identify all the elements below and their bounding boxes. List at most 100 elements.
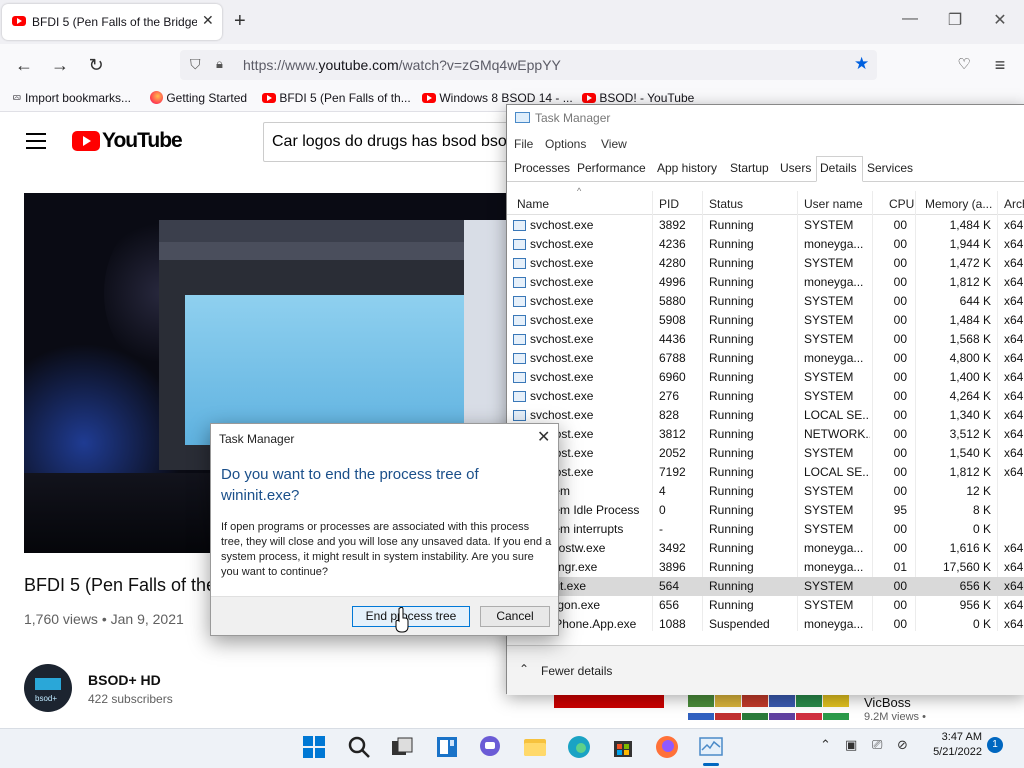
youtube-search-input[interactable]: Car logos do drugs has bsod bso bbox=[263, 122, 543, 162]
tray-app-icon[interactable]: ▣ bbox=[845, 737, 857, 753]
bookmark-import[interactable]: ⮹ Import bookmarks... bbox=[12, 91, 131, 106]
new-tab-button[interactable]: + bbox=[234, 10, 246, 33]
dialog-close-icon[interactable]: ✕ bbox=[537, 427, 550, 447]
hamburger-menu-icon[interactable] bbox=[26, 133, 46, 149]
tab-services[interactable]: Services bbox=[867, 161, 913, 175]
column-pid[interactable]: PID bbox=[659, 197, 679, 211]
maximize-icon[interactable]: ❐ bbox=[945, 10, 965, 30]
youtube-logo-icon[interactable] bbox=[72, 131, 100, 151]
notification-badge[interactable]: 1 bbox=[987, 737, 1003, 753]
tab-startup[interactable]: Startup bbox=[730, 161, 769, 175]
forward-icon[interactable]: → bbox=[50, 55, 70, 76]
table-row[interactable]: svchost.exe 5908 Running SYSTEM 00 1,484 K x64 bbox=[507, 311, 1024, 330]
channel-name[interactable]: BSOD+ HD bbox=[88, 672, 161, 688]
dialog-title: Task Manager bbox=[219, 432, 295, 446]
table-row[interactable]: Taskmgr.exe 3896 Running moneyga... 01 17,560… bbox=[507, 558, 1024, 577]
tab-performance[interactable]: Performance bbox=[577, 161, 646, 175]
clock-time[interactable]: 3:47 AM bbox=[926, 731, 982, 743]
table-row[interactable]: svchost.exe 6788 Running moneyga... 00 4,800 … bbox=[507, 349, 1024, 368]
channel-avatar[interactable]: bsod+ bbox=[24, 664, 72, 712]
table-row[interactable]: taskhostw.exe 3492 Running moneyga... 00 1,61… bbox=[507, 539, 1024, 558]
table-row[interactable]: svchost.exe 4236 Running moneyga... 00 1,944 … bbox=[507, 235, 1024, 254]
start-icon[interactable] bbox=[300, 733, 328, 761]
table-row[interactable]: System interrupts - Running SYSTEM 00 0 K bbox=[507, 520, 1024, 539]
table-row[interactable]: winlogon.exe 656 Running SYSTEM 00 956 Kx64 bbox=[507, 596, 1024, 615]
recommended-channel-name[interactable]: VicBoss bbox=[864, 695, 911, 710]
reload-icon[interactable]: ↻ bbox=[86, 55, 106, 76]
table-row[interactable]: svchost.exe 7192 Running LOCAL SE... 00 1,812… bbox=[507, 463, 1024, 482]
show-hidden-icons-chevron-icon[interactable]: ⌃ bbox=[820, 737, 831, 753]
pocket-icon[interactable]: ♡ bbox=[954, 55, 974, 73]
menu-view[interactable]: View bbox=[601, 137, 627, 151]
volume-muted-icon[interactable]: ⊘ bbox=[897, 737, 908, 753]
youtube-logo-text[interactable]: YouTube bbox=[102, 129, 183, 153]
table-row[interactable]: svchost.exe 3812 Running NETWORK... 00 3,512 … bbox=[507, 425, 1024, 444]
back-icon[interactable]: ← bbox=[14, 55, 34, 76]
firefox-icon[interactable] bbox=[653, 733, 681, 761]
column-user-name[interactable]: User name bbox=[804, 197, 863, 211]
fewer-details-link[interactable]: Fewer details bbox=[541, 664, 612, 678]
process-pid: - bbox=[659, 522, 663, 536]
process-arch: x64 bbox=[1004, 465, 1024, 479]
search-icon[interactable] bbox=[345, 733, 373, 761]
table-row[interactable]: svchost.exe 4280 Running SYSTEM 00 1,472 K x64 bbox=[507, 254, 1024, 273]
tab-processes[interactable]: Processes bbox=[514, 161, 570, 175]
table-row[interactable]: System4RunningSYSTEM0012 K bbox=[507, 482, 1024, 501]
network-icon[interactable]: ⎚ bbox=[872, 737, 882, 753]
column-cpu[interactable]: CPU bbox=[889, 197, 914, 211]
column-arch[interactable]: Arch bbox=[1004, 197, 1024, 211]
store-icon[interactable] bbox=[609, 733, 637, 761]
process-memory: 1,484 K bbox=[949, 313, 991, 327]
process-name: svchost.exe bbox=[530, 218, 594, 232]
table-row[interactable]: YourPhone.App.exe 1088 Suspended moneyga...… bbox=[507, 615, 1024, 634]
tab-details[interactable]: Details bbox=[820, 161, 857, 175]
clock-date[interactable]: 5/21/2022 bbox=[918, 746, 982, 758]
menu-file[interactable]: File bbox=[514, 137, 533, 151]
close-window-icon[interactable]: ✕ bbox=[990, 10, 1010, 30]
column-memory[interactable]: Memory (a... bbox=[925, 197, 992, 211]
shield-icon[interactable]: ⛉ bbox=[190, 56, 201, 73]
chevron-up-icon[interactable]: ⌃ bbox=[519, 662, 529, 676]
process-cpu: 00 bbox=[893, 275, 907, 289]
address-bar[interactable]: ⛉ 🔒︎ https://www.youtube.com/watch?v=zGM… bbox=[180, 50, 877, 80]
minimize-icon[interactable]: — bbox=[900, 10, 920, 28]
table-row[interactable]: svchost.exe 276 Running SYSTEM 00 4,264 K x64 bbox=[507, 387, 1024, 406]
bookmark-bsod-youtube[interactable]: BSOD! - YouTube bbox=[582, 91, 694, 105]
edge-icon[interactable] bbox=[565, 733, 593, 761]
menu-options[interactable]: Options bbox=[545, 137, 586, 151]
table-row[interactable]: svchost.exe 5880 Running SYSTEM 00 644 K x64 bbox=[507, 292, 1024, 311]
widgets-icon[interactable] bbox=[433, 733, 461, 761]
lock-icon[interactable]: 🔒︎ bbox=[216, 56, 223, 72]
process-pid: 4280 bbox=[659, 256, 686, 270]
table-row[interactable]: svchost.exe 4436 Running SYSTEM 00 1,568 K x64 bbox=[507, 330, 1024, 349]
table-row[interactable]: svchost.exe 2052 Running SYSTEM 00 1,540 Kx64 bbox=[507, 444, 1024, 463]
column-status[interactable]: Status bbox=[709, 197, 743, 211]
tab-close-icon[interactable]: ✕ bbox=[202, 12, 214, 29]
table-row[interactable]: wininit.exe564RunningSYSTEM00656 Kx64 bbox=[507, 577, 1024, 596]
column-name[interactable]: Name bbox=[517, 197, 549, 211]
task-view-icon[interactable] bbox=[388, 733, 416, 761]
table-row[interactable]: svchost.exe 3892 Running SYSTEM 00 1,484 K x64 bbox=[507, 216, 1024, 235]
chat-icon[interactable] bbox=[476, 733, 504, 761]
table-row[interactable]: svchost.exe 828 Running LOCAL SE... 00 1,340 … bbox=[507, 406, 1024, 425]
table-row[interactable]: System Idle Process 0 Running SYSTEM 95 8 K bbox=[507, 501, 1024, 520]
table-row[interactable]: svchost.exe 4996 Running moneyga... 00 1,812 … bbox=[507, 273, 1024, 292]
browser-tab[interactable]: BFDI 5 (Pen Falls of the Bridge) ✕ bbox=[2, 4, 222, 40]
bookmark-getting-started[interactable]: Getting Started bbox=[150, 91, 247, 105]
recommended-video-thumbnail[interactable] bbox=[688, 694, 858, 720]
table-row[interactable]: svchost.exe 6960 Running SYSTEM 00 1,400 K x64 bbox=[507, 368, 1024, 387]
tab-app-history[interactable]: App history bbox=[657, 161, 717, 175]
url-text[interactable]: https://www.youtube.com/watch?v=zGMq4wEp… bbox=[243, 57, 561, 73]
end-process-tree-button[interactable]: End process tree bbox=[352, 606, 470, 627]
tab-users[interactable]: Users bbox=[780, 161, 811, 175]
process-icon bbox=[513, 239, 526, 250]
file-explorer-icon[interactable] bbox=[521, 733, 549, 761]
search-query[interactable]: Car logos do drugs has bsod bso bbox=[272, 133, 507, 151]
bookmark-star-icon[interactable]: ★ bbox=[854, 54, 869, 74]
menu-icon[interactable]: ≡ bbox=[990, 55, 1010, 76]
task-manager-icon[interactable] bbox=[697, 733, 725, 761]
subscribe-button[interactable] bbox=[554, 694, 664, 708]
bookmark-bfdi5[interactable]: BFDI 5 (Pen Falls of th... bbox=[262, 91, 411, 105]
cancel-button[interactable]: Cancel bbox=[480, 606, 550, 627]
bookmark-win8-bsod[interactable]: Windows 8 BSOD 14 - ... bbox=[422, 91, 573, 105]
